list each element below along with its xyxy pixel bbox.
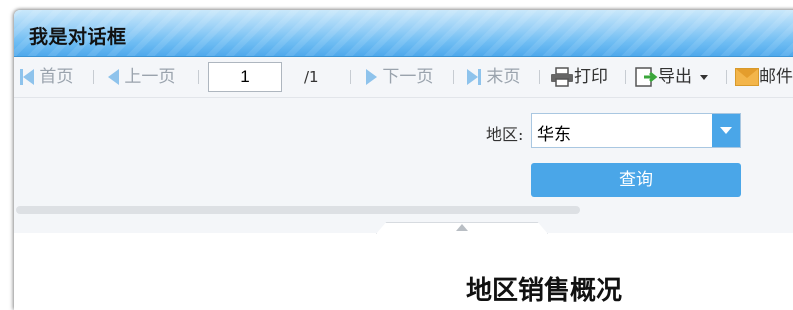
print-label: 打印	[574, 67, 608, 87]
toolbar-divider	[625, 70, 626, 84]
prev-page-icon	[108, 69, 119, 85]
first-page-arrow-icon	[23, 69, 34, 85]
print-button[interactable]: 打印	[550, 65, 608, 89]
mail-button[interactable]: 邮件	[735, 65, 793, 89]
toolbar-divider	[453, 70, 454, 84]
mail-label: 邮件	[759, 67, 793, 87]
next-page-icon	[366, 69, 377, 85]
page-total: /1	[304, 68, 319, 86]
dialog-titlebar[interactable]: 我是对话框	[14, 10, 793, 57]
horizontal-scrollbar[interactable]	[16, 206, 580, 214]
toolbar-divider	[726, 70, 727, 84]
chevron-down-icon	[700, 74, 709, 80]
filter-panel: 地区: 华东 查询	[14, 98, 793, 234]
next-page-label: 下一页	[382, 67, 434, 87]
toolbar-divider	[93, 70, 94, 84]
chevron-down-icon	[720, 127, 732, 134]
toolbar-divider	[539, 70, 540, 84]
toolbar-divider	[198, 70, 199, 84]
next-page-button[interactable]: 下一页	[366, 65, 433, 89]
last-page-arrow-icon	[467, 69, 478, 85]
last-page-label: 末页	[486, 67, 521, 87]
prev-page-label: 上一页	[124, 67, 176, 87]
first-page-button[interactable]: 首页	[20, 65, 73, 89]
region-dropdown-button[interactable]	[712, 114, 740, 147]
collapse-up-icon	[456, 224, 468, 231]
page-number-input[interactable]: 1	[208, 62, 282, 92]
prev-page-button[interactable]: 上一页	[108, 65, 175, 89]
last-page-icon	[478, 69, 481, 85]
printer-icon	[551, 67, 573, 87]
toolbar-divider	[350, 70, 351, 84]
export-label: 导出	[658, 67, 692, 87]
dialog-window: 我是对话框 首页 上一页 1 /1 下一页 末页 打印 导出 邮件 地区: 华东…	[14, 10, 793, 310]
last-page-button[interactable]: 末页	[467, 65, 520, 89]
dialog-title: 我是对话框	[29, 26, 127, 48]
export-button[interactable]: 导出	[634, 65, 709, 89]
query-button[interactable]: 查询	[531, 163, 741, 197]
region-label: 地区:	[486, 125, 524, 144]
report-toolbar: 首页 上一页 1 /1 下一页 末页 打印 导出 邮件	[14, 57, 793, 98]
collapse-panel-toggle[interactable]	[376, 222, 548, 234]
export-icon	[635, 67, 658, 87]
first-page-label: 首页	[39, 67, 74, 87]
region-select-value: 华东	[537, 125, 571, 145]
mail-icon	[735, 68, 759, 86]
region-select[interactable]: 华东	[531, 113, 741, 148]
report-title: 地区销售概况	[466, 276, 623, 306]
